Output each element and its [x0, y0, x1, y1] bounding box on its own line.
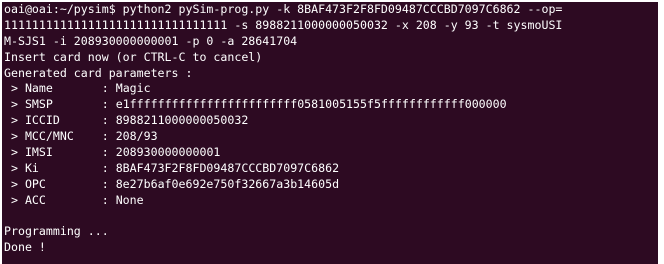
- param-gap: [53, 97, 102, 111]
- terminal-window[interactable]: oai@oai:~/pysim$ python2 pySim-prog.py -…: [2, 2, 658, 264]
- param-key: > Name: [4, 81, 53, 96]
- param-gap: [74, 129, 102, 143]
- param-gap: [53, 145, 102, 159]
- param-value: : Magic: [101, 81, 151, 96]
- param-row-name: > Name : Magic: [4, 81, 658, 97]
- param-key: > Ki: [4, 160, 39, 175]
- param-value: : 8988211000000050032: [101, 113, 249, 128]
- param-value: : e1ffffffffffffffffffffffff0581005155f5…: [101, 97, 507, 112]
- command-line-3: M-SJS1 -i 208930000000001 -p 0 -a 286417…: [4, 33, 298, 48]
- param-key: > IMSI: [4, 145, 53, 160]
- param-value: : 208930000000001: [101, 145, 221, 160]
- param-gap: [46, 177, 102, 191]
- programming-status: Programming ...: [4, 224, 109, 239]
- param-key: > ACC: [4, 192, 46, 207]
- param-gap: [60, 113, 102, 127]
- param-gap: [46, 193, 102, 207]
- param-row-mcc-mnc: > MCC/MNC : 208/93: [4, 129, 658, 145]
- param-row-imsi: > IMSI : 208930000000001: [4, 145, 658, 161]
- param-value: : 208/93: [101, 129, 158, 144]
- param-key: > ICCID: [4, 113, 60, 128]
- insert-card-prompt: Insert card now (or CTRL-C to cancel): [4, 49, 263, 64]
- command-line-1: oai@oai:~/pysim$ python2 pySim-prog.py -…: [4, 2, 563, 16]
- param-key: > SMSP: [4, 97, 53, 112]
- param-value: : 8e27b6af0e692e750f32667a3b14605d: [101, 176, 340, 191]
- generated-params-header: Generated card parameters :: [4, 65, 193, 80]
- param-key: > MCC/MNC: [4, 129, 74, 144]
- param-key: > OPC: [4, 176, 46, 191]
- param-value: : 8BAF473F2F8FD09487CCCBD7097C6862: [101, 160, 340, 175]
- param-value: : None: [101, 192, 144, 207]
- param-row-smsp: > SMSP : e1ffffffffffffffffffffffff05810…: [4, 97, 658, 113]
- param-row-opc: > OPC : 8e27b6af0e692e750f32667a3b14605d: [4, 177, 658, 193]
- param-gap: [53, 81, 102, 95]
- param-gap: [39, 161, 102, 175]
- done-status: Done !: [4, 240, 46, 255]
- command-line-2: 11111111111111111111111111111111 -s 8988…: [4, 17, 563, 32]
- param-row-ki: > Ki : 8BAF473F2F8FD09487CCCBD7097C6862: [4, 161, 658, 177]
- param-row-iccid: > ICCID : 8988211000000050032: [4, 113, 658, 129]
- param-row-acc: > ACC : None: [4, 193, 658, 209]
